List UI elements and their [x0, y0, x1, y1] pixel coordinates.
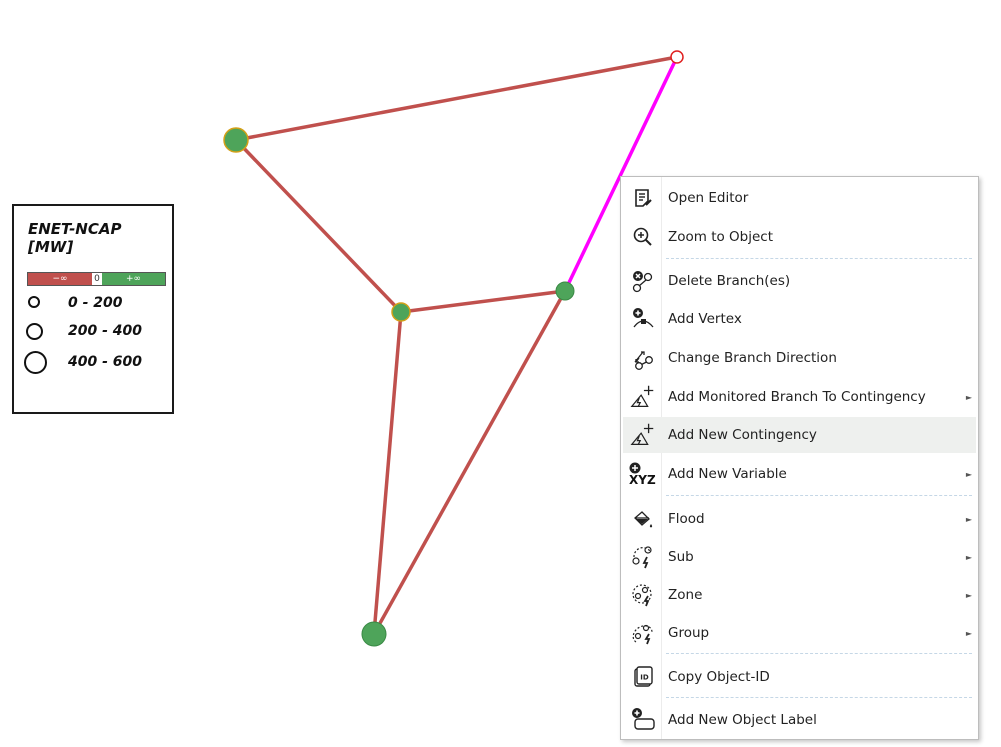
- menu-item-label: Sub: [668, 549, 694, 565]
- menu-item-add-new-object-label[interactable]: Add New Object Label: [623, 702, 976, 738]
- menu-item-change-branch-direction[interactable]: Change Branch Direction: [623, 340, 976, 376]
- delete-branch-icon: [629, 267, 657, 295]
- legend-size-item: 200 - 400: [24, 323, 142, 340]
- menu-item-flood[interactable]: Flood ►: [623, 501, 976, 537]
- branch-line[interactable]: [372, 290, 567, 635]
- zoom-in-icon: [629, 223, 657, 251]
- menu-item-label: Change Branch Direction: [668, 350, 837, 366]
- menu-item-add-new-contingency[interactable]: Add New Contingency: [623, 417, 976, 453]
- menu-item-label: Add Monitored Branch To Contingency: [668, 389, 926, 405]
- menu-item-add-vertex[interactable]: Add Vertex: [623, 301, 976, 337]
- legend-size-label: 0 - 200: [68, 295, 123, 311]
- add-vertex-icon: [629, 305, 657, 333]
- branch-line[interactable]: [235, 55, 678, 142]
- legend-size-circle: [26, 323, 43, 340]
- menu-item-label: Copy Object-ID: [668, 669, 770, 685]
- menu-item-sub[interactable]: Sub ►: [623, 539, 976, 575]
- menu-item-copy-object-id[interactable]: ID Copy Object-ID: [623, 659, 976, 695]
- menu-item-open-editor[interactable]: Open Editor: [623, 180, 976, 216]
- legend-title-line2: [MW]: [28, 238, 74, 256]
- flood-fill-icon: [629, 505, 657, 533]
- submenu-arrow-icon: ►: [965, 392, 972, 402]
- legend-size-item: 0 - 200: [24, 295, 123, 311]
- branch-line[interactable]: [372, 311, 403, 635]
- menu-item-label: Open Editor: [668, 190, 749, 206]
- menu-item-label: Zoom to Object: [668, 229, 774, 245]
- menu-item-label: Zone: [668, 587, 703, 603]
- context-menu: Open Editor Zoom to Object Delete Branch…: [620, 176, 979, 740]
- branch-line[interactable]: [234, 138, 403, 314]
- menu-item-label: Add New Object Label: [668, 712, 817, 728]
- add-label-icon: [629, 706, 657, 734]
- legend-title: ENET-NCAP [MW]: [28, 220, 121, 256]
- menu-item-label: Flood: [668, 511, 705, 527]
- id-icon: ID: [629, 663, 657, 691]
- menu-item-label: Add New Contingency: [668, 427, 817, 443]
- bus-node[interactable]: [555, 281, 575, 301]
- menu-item-add-monitored-branch[interactable]: Add Monitored Branch To Contingency ►: [623, 379, 976, 415]
- change-direction-icon: [629, 344, 657, 372]
- legend-scale-positive: +∞: [102, 273, 165, 285]
- legend-color-scale: −∞ 0 +∞: [27, 272, 166, 286]
- bus-node[interactable]: [391, 302, 411, 322]
- legend-box: ENET-NCAP [MW] −∞ 0 +∞ 0 - 200 200 - 400…: [12, 204, 174, 414]
- menu-item-add-new-variable[interactable]: XYZ Add New Variable ►: [623, 456, 976, 492]
- menu-separator: [666, 495, 972, 496]
- xyz-glyph: XYZ: [629, 473, 656, 487]
- menu-item-label: Group: [668, 625, 710, 641]
- menu-item-delete-branch[interactable]: Delete Branch(es): [623, 263, 976, 299]
- menu-item-group[interactable]: Group ►: [623, 615, 976, 651]
- id-glyph: ID: [640, 674, 649, 682]
- menu-item-label: Delete Branch(es): [668, 273, 791, 289]
- legend-scale-negative: −∞: [28, 273, 92, 285]
- group-icon: [629, 619, 657, 647]
- menu-item-zone[interactable]: Zone ►: [623, 577, 976, 613]
- submenu-arrow-icon: ►: [965, 590, 972, 600]
- branch-line[interactable]: [400, 289, 566, 314]
- menu-item-zoom-to-object[interactable]: Zoom to Object: [623, 219, 976, 255]
- bus-node[interactable]: [223, 127, 249, 153]
- menu-separator: [666, 258, 972, 259]
- sub-icon: [629, 543, 657, 571]
- menu-separator: [666, 697, 972, 698]
- legend-title-line1: ENET-NCAP: [28, 220, 122, 238]
- xyz-add-icon: XYZ: [629, 460, 657, 488]
- legend-scale-zero: 0: [92, 273, 102, 285]
- submenu-arrow-icon: ►: [965, 514, 972, 524]
- editor-icon: [629, 184, 657, 212]
- zone-icon: [629, 581, 657, 609]
- legend-size-label: 200 - 400: [68, 323, 143, 339]
- bus-node[interactable]: [361, 621, 387, 647]
- legend-size-item: 400 - 600: [24, 351, 142, 374]
- contingency-add-icon: [629, 421, 657, 449]
- menu-item-label: Add New Variable: [668, 466, 787, 482]
- legend-size-circle: [28, 296, 40, 308]
- legend-size-label: 400 - 600: [68, 354, 143, 370]
- contingency-add-icon: [629, 383, 657, 411]
- submenu-arrow-icon: ►: [965, 628, 972, 638]
- menu-separator: [666, 653, 972, 654]
- vertex-node[interactable]: [670, 50, 684, 64]
- menu-item-label: Add Vertex: [668, 311, 742, 327]
- submenu-arrow-icon: ►: [965, 469, 972, 479]
- legend-size-circle: [24, 351, 47, 374]
- submenu-arrow-icon: ►: [965, 552, 972, 562]
